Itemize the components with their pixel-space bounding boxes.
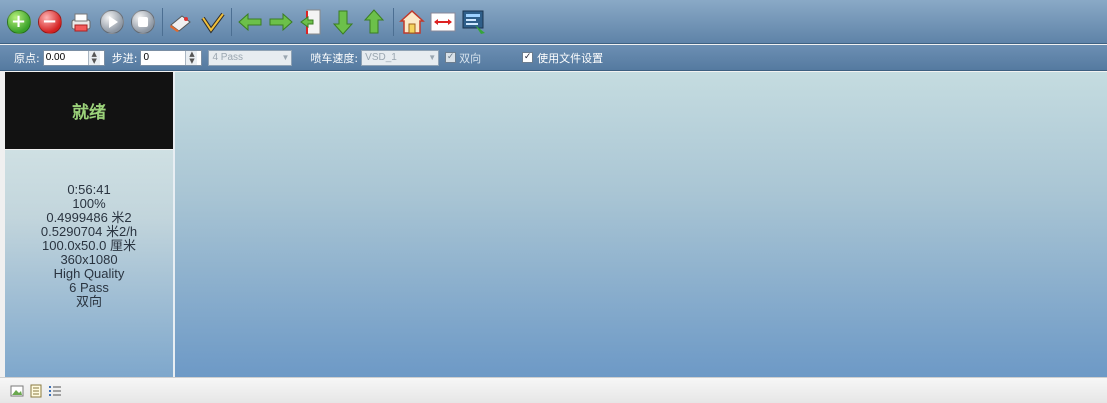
main-toolbar: + −	[0, 0, 1107, 44]
pass-select[interactable]: 4 Pass ▼	[208, 49, 293, 66]
pass-select-value: 4 Pass	[212, 52, 244, 63]
add-button[interactable]: +	[5, 8, 32, 35]
status-panel: 就绪 0:56:41 100% 0.4999486 米2 0.5290704 米…	[0, 72, 173, 377]
job-rate: 0.5290704 米2/h	[40, 224, 138, 239]
job-resolution: 360x1080	[60, 252, 118, 267]
clean-button[interactable]	[167, 8, 194, 35]
speed-select[interactable]: VSD_1 ▼	[361, 49, 440, 66]
list-icon[interactable]	[48, 384, 62, 398]
add-icon: +	[6, 9, 31, 34]
chevron-down-icon: ▼	[428, 53, 437, 62]
job-quality: High Quality	[53, 266, 125, 281]
monitor-button[interactable]	[460, 8, 487, 35]
job-info: 0:56:41 100% 0.4999486 米2 0.5290704 米2/h…	[5, 150, 173, 377]
clean-icon	[169, 14, 191, 32]
move-down-button[interactable]	[329, 8, 356, 35]
job-area: 0.4999486 米2	[46, 210, 132, 225]
measure-icon	[430, 12, 455, 31]
use-file-settings-label: 使用文件设置	[537, 51, 604, 65]
origin-spinner[interactable]: ▲▼	[42, 49, 105, 66]
status-header: 就绪	[5, 72, 173, 149]
use-file-settings-checkbox[interactable]: ✓	[522, 52, 534, 63]
job-time: 0:56:41	[67, 182, 111, 197]
play-icon	[99, 9, 124, 34]
step-spinner[interactable]: ▲▼	[140, 49, 203, 66]
move-right-button[interactable]	[267, 8, 294, 35]
print-button[interactable]	[67, 8, 94, 35]
speed-label: 喷车速度:	[310, 51, 359, 65]
chevron-down-icon: ▼	[281, 53, 290, 62]
job-direction: 双向	[75, 294, 102, 309]
remove-button[interactable]: −	[36, 8, 63, 35]
document-icon[interactable]	[29, 384, 43, 398]
monitor-icon	[462, 10, 485, 34]
home-button[interactable]	[398, 8, 425, 35]
image-icon[interactable]	[10, 384, 24, 398]
bottom-bar	[0, 377, 1107, 403]
arrow-down-icon	[332, 10, 353, 35]
job-size: 100.0x50.0 厘米	[42, 238, 136, 253]
arrow-left-icon	[237, 12, 261, 31]
origin-spin-arrows[interactable]: ▲ ▼	[87, 50, 100, 65]
arrow-up-icon	[363, 8, 384, 33]
toolbar-separator	[231, 7, 232, 36]
origin-button[interactable]	[298, 8, 325, 35]
origin-label: 原点:	[14, 51, 40, 65]
check-button[interactable]	[198, 8, 225, 35]
step-label: 步进:	[111, 51, 138, 65]
check-icon	[200, 12, 225, 33]
step-spin-arrows[interactable]: ▲ ▼	[185, 50, 198, 65]
bidirectional-checkbox[interactable]: ✓	[445, 52, 457, 63]
origin-icon	[299, 9, 320, 34]
speed-select-value: VSD_1	[365, 52, 397, 63]
toolbar-separator	[162, 7, 163, 36]
stop-button[interactable]	[129, 8, 156, 35]
move-left-button[interactable]	[236, 8, 263, 35]
stop-icon	[130, 9, 155, 34]
origin-input[interactable]	[43, 50, 88, 65]
bidirectional-label: 双向	[459, 51, 482, 65]
play-button[interactable]	[98, 8, 125, 35]
parameter-bar: 原点: ▲▼ 步进: ▲▼ 4 Pass ▼ 喷车速度: VSD_1 ▼ ✓ 双…	[0, 45, 1107, 71]
move-up-button[interactable]	[360, 8, 387, 35]
remove-icon: −	[37, 9, 62, 34]
home-icon	[398, 9, 425, 34]
toolbar-separator	[393, 7, 394, 36]
measure-button[interactable]	[429, 8, 456, 35]
status-state: 就绪	[72, 103, 106, 123]
arrow-right-icon	[269, 12, 293, 31]
job-passes: 6 Pass	[69, 280, 109, 295]
preview-area[interactable]	[175, 72, 1107, 377]
print-icon	[71, 13, 90, 31]
step-input[interactable]	[141, 50, 186, 65]
job-progress: 100%	[72, 196, 106, 211]
